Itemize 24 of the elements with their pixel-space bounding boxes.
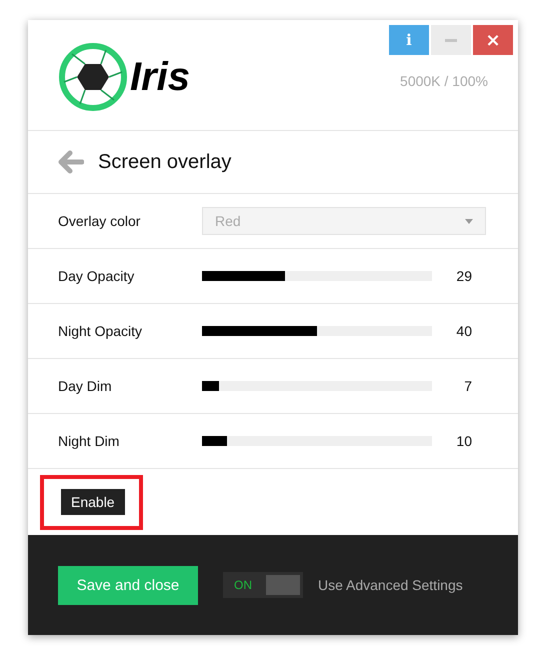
info-button[interactable]: i [389, 25, 429, 55]
app-logo-text: Iris [130, 54, 190, 100]
setting-label: Day Opacity [58, 268, 136, 284]
caret-icon [465, 218, 473, 224]
setting-label: Night Opacity [58, 323, 144, 339]
save-button[interactable]: Save and close [58, 566, 198, 604]
toggle-caption: Use Advanced Settings [318, 577, 463, 593]
slider-track[interactable] [202, 436, 432, 446]
slider-value: 40 [455, 323, 472, 339]
setting-label: Day Dim [58, 378, 113, 394]
setting-label: Overlay color [58, 213, 142, 229]
slider-value: 29 [455, 268, 472, 284]
slider-value: 10 [455, 433, 472, 449]
advanced-toggle[interactable]: ON [223, 572, 303, 598]
enable-button[interactable]: Enable [61, 488, 125, 514]
status-text: 5000K / 100% [400, 73, 488, 89]
page-title: Screen overlay [98, 150, 232, 174]
close-button[interactable]: × [473, 25, 513, 55]
setting-label: Night Dim [58, 433, 120, 449]
slider-track[interactable] [202, 381, 432, 391]
slider-value: 7 [463, 378, 472, 394]
slider-track[interactable] [202, 326, 432, 336]
aperture-icon [58, 42, 128, 112]
slider-track[interactable] [202, 271, 432, 281]
